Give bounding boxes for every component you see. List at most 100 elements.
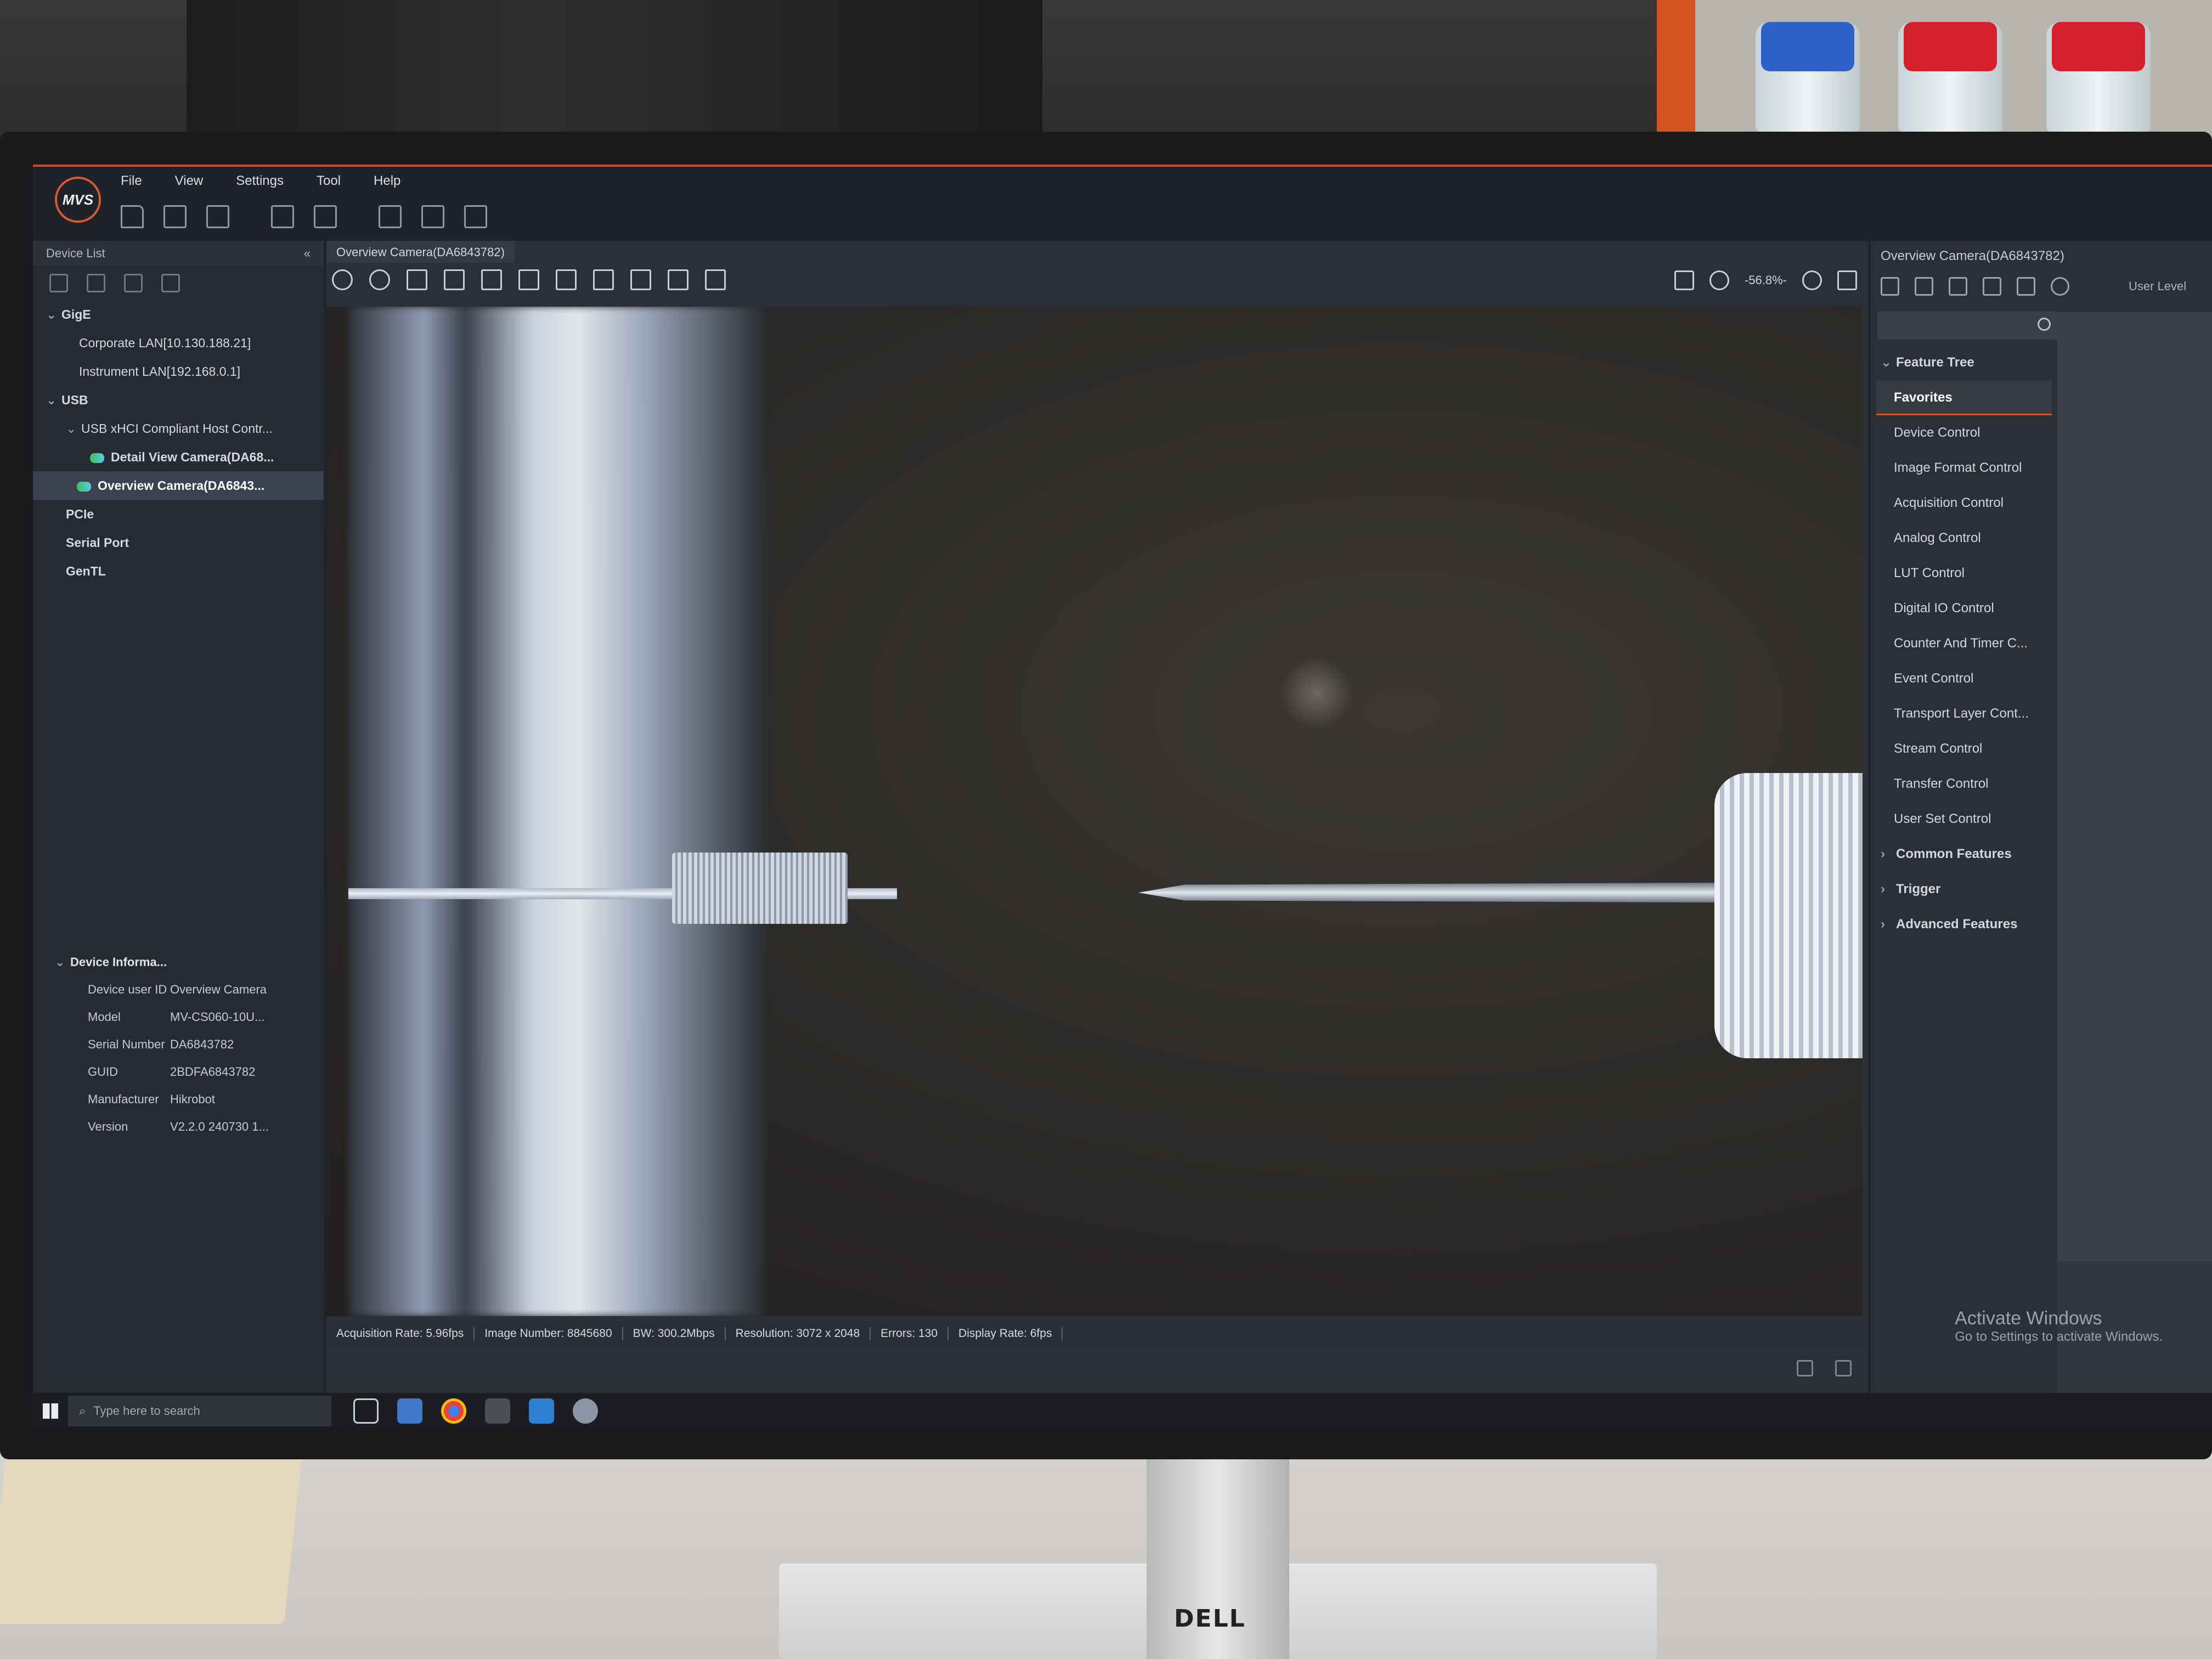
trigger-icon[interactable]: [369, 269, 390, 290]
zoom-controls: -56.8%-: [1674, 270, 1857, 290]
stop-icon[interactable]: [332, 269, 353, 290]
camera-image[interactable]: [326, 307, 1863, 1316]
tree-item-label: Detail View Camera(DA68...: [111, 450, 274, 464]
save-as-icon[interactable]: [206, 205, 229, 228]
restore-icon[interactable]: [1797, 1360, 1813, 1376]
tree-item-detail-camera[interactable]: Detail View Camera(DA68...: [46, 443, 324, 471]
multi-window-icon[interactable]: [161, 274, 180, 292]
tree-item-overview-camera[interactable]: Overview Camera(DA6843...: [33, 471, 324, 500]
tree-node-usb[interactable]: ⌄ USB: [46, 386, 324, 414]
search-icon[interactable]: [2038, 318, 2051, 331]
feature-search-input[interactable]: [1877, 311, 2058, 340]
save-icon[interactable]: [163, 205, 187, 228]
reagent-bottle: [1898, 22, 2002, 132]
refresh-icon[interactable]: [2051, 277, 2069, 296]
info-key: GUID: [88, 1065, 118, 1079]
feature-item-image-format-control[interactable]: Image Format Control: [1871, 450, 2057, 486]
feature-item-lut-control[interactable]: LUT Control: [1871, 556, 2057, 591]
tree-node-gige[interactable]: ⌄ GigE: [46, 300, 324, 329]
table-icon[interactable]: [556, 269, 577, 290]
mvs-app-icon[interactable]: [485, 1398, 510, 1424]
fullscreen-icon[interactable]: [1835, 1360, 1852, 1376]
feature-item-stream-control[interactable]: Stream Control: [1871, 731, 2057, 766]
windows-taskbar: ⌕ Type here to search: [33, 1393, 2212, 1426]
start-button[interactable]: [33, 1393, 68, 1427]
info-row: Device user ID Overview Camera: [55, 976, 313, 1003]
copy-icon[interactable]: [124, 274, 143, 292]
feature-toolbar: User Level: [1871, 272, 2212, 301]
chart-icon[interactable]: [379, 205, 402, 228]
taskbar-search[interactable]: ⌕ Type here to search: [68, 1395, 331, 1426]
feature-item-counter-timer[interactable]: Counter And Timer C...: [1871, 626, 2057, 661]
menu-tool[interactable]: Tool: [317, 173, 341, 189]
feature-group-common[interactable]: › Common Features: [1871, 837, 2057, 872]
tree-node-serial-port[interactable]: Serial Port: [46, 528, 324, 557]
menu-help[interactable]: Help: [374, 173, 400, 189]
feature-item-user-set-control[interactable]: User Set Control: [1871, 802, 2057, 837]
feature-favorites[interactable]: Favorites: [1876, 380, 2052, 415]
device-info-header[interactable]: ⌄ Device Informa...: [55, 949, 313, 976]
feature-group-trigger[interactable]: › Trigger: [1871, 872, 2057, 907]
feature-item-digital-io-control[interactable]: Digital IO Control: [1871, 591, 2057, 626]
snapshot-icon[interactable]: [444, 269, 465, 290]
warning-icon[interactable]: [630, 269, 651, 290]
export-icon[interactable]: [668, 269, 689, 290]
app-icon[interactable]: [529, 1398, 554, 1424]
feature-item-acquisition-control[interactable]: Acquisition Control: [1871, 486, 2057, 521]
dell-logo: DELL: [1174, 1605, 1246, 1633]
viewer-tab[interactable]: Overview Camera(DA6843782): [326, 241, 515, 263]
open-folder-icon[interactable]: [121, 205, 144, 228]
zoom-out-icon[interactable]: [1709, 270, 1729, 290]
import-icon[interactable]: [1915, 277, 1933, 296]
camera-app-icon[interactable]: [573, 1398, 598, 1424]
feature-item-analog-control[interactable]: Analog Control: [1871, 521, 2057, 556]
feature-item-event-control[interactable]: Event Control: [1871, 661, 2057, 696]
layout-icon[interactable]: [1881, 277, 1899, 296]
properties-icon[interactable]: [705, 269, 726, 290]
fit-window-icon[interactable]: [1674, 270, 1694, 290]
histogram-icon[interactable]: [593, 269, 614, 290]
feature-item-transfer-control[interactable]: Transfer Control: [1871, 766, 2057, 802]
tree-node-gentl[interactable]: GenTL: [46, 557, 324, 585]
task-view-icon[interactable]: [353, 1398, 379, 1424]
tree-item-corporate-lan[interactable]: Corporate LAN[10.130.188.21]: [46, 329, 324, 357]
actual-size-icon[interactable]: [1837, 270, 1857, 290]
grid-icon[interactable]: [518, 269, 539, 290]
chevron-down-icon: ⌄: [46, 307, 57, 321]
menu-view[interactable]: View: [175, 173, 204, 189]
menu-settings[interactable]: Settings: [236, 173, 284, 189]
gallery-icon[interactable]: [421, 205, 444, 228]
status-bar: Acquisition Rate: 5.96fps Image Number: …: [326, 1322, 1863, 1346]
auto-ip-icon[interactable]: [87, 274, 105, 292]
equipment-rack: [187, 0, 1042, 143]
zoom-in-icon[interactable]: [1802, 270, 1822, 290]
file-icon[interactable]: [1983, 277, 2001, 296]
info-value: Hikrobot: [170, 1092, 215, 1106]
device-tree: ⌄ GigE Corporate LAN[10.130.188.21] Instr…: [33, 300, 324, 585]
chrome-icon[interactable]: [441, 1398, 466, 1424]
save-icon[interactable]: [2017, 277, 2035, 296]
collapse-icon[interactable]: «: [304, 246, 311, 261]
feature-item-device-control[interactable]: Device Control: [1871, 415, 2057, 450]
menu-file[interactable]: File: [121, 173, 142, 189]
image-icon[interactable]: [271, 205, 294, 228]
feature-tree-root[interactable]: ⌄ Feature Tree: [1871, 345, 2057, 380]
chevron-down-icon: ⌄: [1881, 355, 1892, 370]
left-fitting: [672, 853, 848, 924]
tree-item-instrument-lan[interactable]: Instrument LAN[192.168.0.1]: [46, 357, 324, 386]
chevron-right-icon: ›: [1881, 882, 1885, 896]
document-icon[interactable]: [464, 205, 487, 228]
focus-icon[interactable]: [407, 269, 427, 290]
feature-item-transport-layer[interactable]: Transport Layer Cont...: [1871, 696, 2057, 731]
user-level-label[interactable]: User Level: [2129, 279, 2186, 294]
tree-item-usb-host[interactable]: ⌄ USB xHCI Compliant Host Contr...: [46, 414, 324, 443]
feature-group-advanced[interactable]: › Advanced Features: [1871, 907, 2057, 942]
camera-icon: [77, 481, 91, 492]
tree-node-pcie[interactable]: PCIe: [46, 500, 324, 528]
device-info-title: Device Informa...: [70, 955, 167, 969]
export-icon[interactable]: [1949, 277, 1967, 296]
link-icon[interactable]: [49, 274, 68, 292]
fit-icon[interactable]: [314, 205, 337, 228]
record-icon[interactable]: [481, 269, 502, 290]
file-explorer-icon[interactable]: [397, 1398, 422, 1424]
